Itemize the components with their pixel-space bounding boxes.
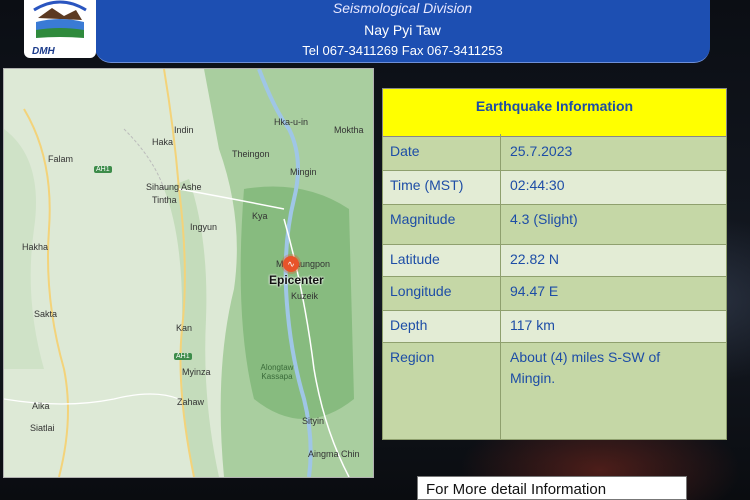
city-name: Nay Pyi Taw: [364, 22, 441, 38]
map-label-aika: Aika: [32, 401, 50, 411]
map-label-indin: Indin: [174, 125, 194, 135]
map-label-moktha: Moktha: [334, 125, 364, 135]
info-value: 22.82 N: [510, 251, 560, 267]
info-value: 94.47 E: [510, 283, 559, 299]
map-label-kan: Kan: [176, 323, 193, 333]
info-key: Longitude: [383, 274, 501, 310]
info-table-title: Earthquake Information: [382, 88, 727, 137]
info-row-longitude: Longitude 94.47 E: [382, 274, 727, 311]
map-label-mingin: Mingin: [290, 167, 317, 177]
map-label-ingyun: Ingyun: [190, 222, 218, 232]
info-key: Time (MST): [383, 168, 501, 204]
info-key: Latitude: [383, 242, 501, 276]
map-label-tintha: Tintha: [152, 195, 177, 205]
info-value: 4.3 (Slight): [510, 211, 578, 227]
info-key: Date: [383, 134, 501, 170]
map-label-zahaw: Zahaw: [177, 397, 205, 407]
info-row-region: Region About (4) miles S-SW of Mingin.: [382, 340, 727, 440]
highway-shield: AH1: [174, 353, 192, 360]
map-label-hakha: Hakha: [22, 242, 49, 252]
epicenter-map: Falam Haka Indin Theingon Hka-u-in Mokth…: [3, 68, 374, 478]
more-info-link[interactable]: For More detail Information: [417, 476, 687, 500]
map-label-sihaung-ashe: Sihaung Ashe: [146, 182, 202, 192]
info-key: Magnitude: [383, 202, 501, 244]
info-key: Region: [383, 340, 501, 439]
map-label-sakta: Sakta: [34, 309, 58, 319]
info-value: 02:44:30: [510, 177, 565, 193]
map-label-aingma-chin: Aingma Chin: [308, 449, 360, 459]
map-label-hka-u-in: Hka-u-in: [274, 117, 309, 127]
map-label-myinza: Myinza: [182, 367, 211, 377]
division-title: Seismological Division: [332, 0, 473, 16]
info-row-magnitude: Magnitude 4.3 (Slight): [382, 202, 727, 245]
map-label-haka: Haka: [152, 137, 174, 147]
info-row-latitude: Latitude 22.82 N: [382, 242, 727, 277]
epicenter-marker-icon: ∿: [283, 256, 299, 272]
contact-info: Tel 067-3411269 Fax 067-3411253: [302, 43, 503, 58]
info-value: 25.7.2023: [510, 143, 573, 159]
info-row-depth: Depth 117 km: [382, 308, 727, 343]
info-value: About (4) miles S-SW of Mingin.: [510, 349, 661, 386]
map-label-alongtaw-kassapa: Alongtaw Kassapa: [260, 363, 294, 381]
info-key: Depth: [383, 308, 501, 342]
info-value: 117 km: [510, 317, 555, 333]
map-label-falam: Falam: [48, 154, 74, 164]
highway-shield: AH1: [94, 166, 112, 173]
info-row-time: Time (MST) 02:44:30: [382, 168, 727, 205]
map-label-kuzeik: Kuzeik: [291, 291, 319, 301]
info-row-date: Date 25.7.2023: [382, 134, 727, 171]
epicenter-label: Epicenter: [269, 273, 324, 287]
map-label-siatlai: Siatlai: [30, 423, 55, 433]
map-label-theingon: Theingon: [232, 149, 270, 159]
header-banner: Seismological Division Nay Pyi Taw Tel 0…: [95, 0, 710, 63]
map-label-kya: Kya: [252, 211, 268, 221]
logo-text: DMH: [32, 46, 55, 57]
map-label-sityin: Sityin: [302, 416, 325, 426]
dmh-logo: DMH: [24, 0, 96, 58]
